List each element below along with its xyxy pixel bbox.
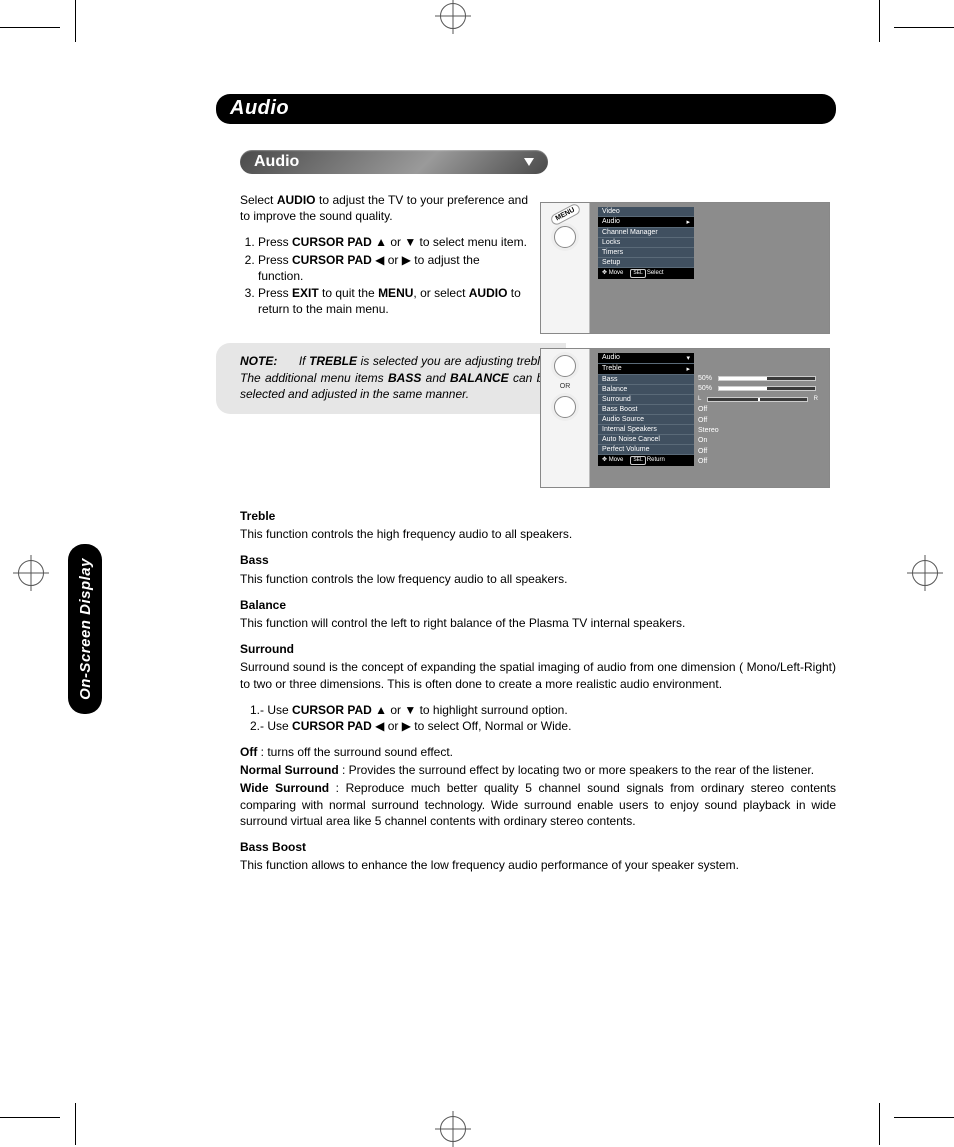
- steps-list: Press CURSOR PAD ▲ or ▼ to select menu i…: [240, 234, 528, 317]
- cursor-pad-icon: [554, 226, 576, 248]
- osd-menu: VideoAudio▸Channel ManagerLocksTimersSet…: [598, 207, 694, 279]
- osd-value: Off: [698, 446, 818, 456]
- osd-row: Timers: [598, 248, 694, 258]
- osd-row: Bass: [598, 375, 694, 385]
- osd-row: Channel Manager: [598, 228, 694, 238]
- def-heading-balance: Balance: [240, 597, 836, 613]
- section-tab-label: On-Screen Display: [77, 558, 94, 700]
- def-text: This function allows to enhance the low …: [240, 857, 836, 873]
- registration-mark-icon: [440, 1116, 466, 1142]
- osd-menu: Audio▾Treble▸BassBalanceSurroundBass Boo…: [598, 353, 694, 466]
- step-item: Press EXIT to quit the MENU, or select A…: [258, 285, 528, 317]
- osd-row: Internal Speakers: [598, 425, 694, 435]
- crop-mark: [0, 27, 60, 28]
- tv-figure-main-menu: MENU VideoAudio▸Channel ManagerLocksTime…: [540, 202, 830, 334]
- note-label: NOTE:: [240, 354, 277, 368]
- text: Select: [240, 193, 277, 207]
- def-heading-bass: Bass: [240, 552, 836, 568]
- osd-footer: ✥ MoveSELSelect: [598, 268, 694, 279]
- osd-value: 50%: [698, 384, 818, 394]
- or-label: OR: [560, 383, 571, 390]
- def-text: Surround sound is the concept of expandi…: [240, 659, 836, 691]
- osd-row: Video: [598, 207, 694, 217]
- figures: MENU VideoAudio▸Channel ManagerLocksTime…: [540, 202, 830, 502]
- osd-values: 50%50%LROffOffStereoOnOffOff: [698, 363, 818, 467]
- triangle-down-icon: [524, 158, 534, 166]
- tv-figure-audio-menu: OR Audio▾Treble▸BassBalanceSurroundBass …: [540, 348, 830, 488]
- content-area: Audio Audio Select AUDIO to adjust the T…: [216, 94, 836, 414]
- text: If: [299, 354, 309, 368]
- osd-row: Bass Boost: [598, 405, 694, 415]
- step-item: Press CURSOR PAD ◀ or ▶ to adjust the fu…: [258, 252, 528, 284]
- page-title: Audio: [216, 94, 836, 124]
- crop-mark: [75, 1103, 76, 1145]
- def-text: Normal Surround : Provides the surround …: [240, 762, 836, 778]
- section-heading: Audio: [240, 150, 548, 174]
- osd-row: Treble▸: [598, 364, 694, 375]
- registration-mark-icon: [18, 560, 44, 586]
- def-text: Wide Surround : Reproduce much better qu…: [240, 780, 836, 829]
- osd-row: Perfect Volume: [598, 445, 694, 455]
- remote-hint: OR: [541, 349, 590, 487]
- exit-button-icon: [554, 355, 576, 377]
- crop-mark: [75, 0, 76, 42]
- registration-mark-icon: [912, 560, 938, 586]
- def-heading-surround: Surround: [240, 641, 836, 657]
- text: and: [421, 371, 450, 385]
- osd-row: Auto Noise Cancel: [598, 435, 694, 445]
- osd-row: Audio Source: [598, 415, 694, 425]
- osd-value: LR: [698, 394, 818, 404]
- text-bold: BALANCE: [450, 371, 509, 385]
- crop-mark: [894, 27, 954, 28]
- def-heading-treble: Treble: [240, 508, 836, 524]
- osd-row: Setup: [598, 258, 694, 268]
- osd-value: Off: [698, 415, 818, 425]
- crop-mark: [894, 1117, 954, 1118]
- osd-value: Off: [698, 405, 818, 415]
- cursor-pad-icon: [554, 396, 576, 418]
- registration-mark-icon: [440, 3, 466, 29]
- list-item: Use CURSOR PAD ◀ or ▶ to select Off, Nor…: [250, 718, 836, 734]
- step-item: Press CURSOR PAD ▲ or ▼ to select menu i…: [258, 234, 528, 250]
- osd-row: Locks: [598, 238, 694, 248]
- text-bold: BASS: [388, 371, 421, 385]
- def-text: This function controls the high frequenc…: [240, 526, 836, 542]
- osd-header: Audio▾: [598, 353, 694, 364]
- def-text: This function will control the left to r…: [240, 615, 836, 631]
- osd-row: Balance: [598, 385, 694, 395]
- def-text: This function controls the low frequency…: [240, 571, 836, 587]
- def-heading-bass-boost: Bass Boost: [240, 839, 836, 855]
- intro-text: Select AUDIO to adjust the TV to your pr…: [240, 192, 528, 317]
- list-item: Use CURSOR PAD ▲ or ▼ to highlight surro…: [250, 702, 836, 718]
- section-heading-label: Audio: [254, 153, 299, 171]
- def-text: Off : turns off the surround sound effec…: [240, 744, 836, 760]
- osd-value: Stereo: [698, 425, 818, 435]
- menu-button-icon: MENU: [549, 202, 581, 226]
- remote-hint: MENU: [541, 203, 590, 333]
- manual-page: On-Screen Display Audio Audio Select AUD…: [0, 0, 954, 1145]
- section-tab: On-Screen Display: [68, 544, 102, 714]
- osd-value: 50%: [698, 373, 818, 383]
- osd-row: Audio▸: [598, 217, 694, 228]
- text-bold: AUDIO: [277, 193, 316, 207]
- crop-mark: [879, 0, 880, 42]
- osd-footer: ✥ MoveSELReturn: [598, 455, 694, 466]
- crop-mark: [879, 1103, 880, 1145]
- osd-value: Off: [698, 457, 818, 467]
- note-box: NOTE: If TREBLE is selected you are adju…: [216, 343, 566, 414]
- crop-mark: [0, 1117, 60, 1118]
- definitions: Treble This function controls the high f…: [240, 498, 836, 875]
- osd-row: Surround: [598, 395, 694, 405]
- text-bold: TREBLE: [309, 354, 357, 368]
- surround-steps: Use CURSOR PAD ▲ or ▼ to highlight surro…: [240, 702, 836, 734]
- osd-value: On: [698, 436, 818, 446]
